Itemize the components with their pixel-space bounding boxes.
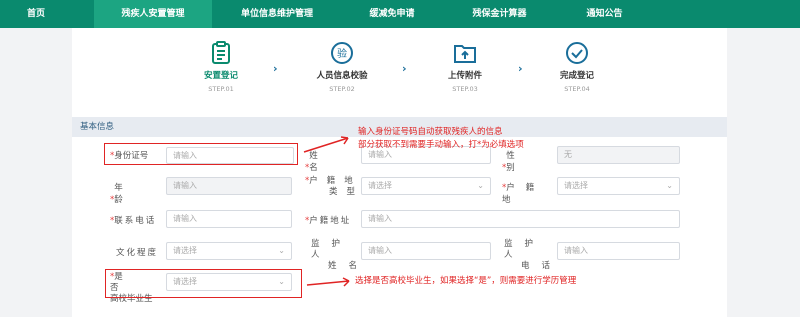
- step-3-title: 上传附件: [447, 71, 482, 81]
- step-3-sub: STEP.03: [452, 85, 478, 93]
- nav-disabled-placement[interactable]: 残疾人安置管理: [94, 0, 212, 28]
- step-2: 验 人员信息校验 STEP.02: [297, 40, 387, 93]
- step-arrow-3: ›: [518, 62, 523, 75]
- step-1: 安置登记 STEP.01: [176, 40, 266, 93]
- annotation-box-graduate: [105, 269, 302, 298]
- phone-input[interactable]: 请输入: [166, 210, 292, 228]
- hukou-label: *户籍地: [502, 183, 546, 205]
- annotation-arrow-1: [303, 136, 349, 153]
- verify-icon-text: 验: [337, 47, 347, 60]
- chevron-down-icon: ⌄: [477, 181, 484, 190]
- step-arrow-2: ›: [402, 62, 407, 75]
- clipboard-icon: [208, 40, 234, 66]
- nav-unit-info[interactable]: 单位信息维护管理: [212, 0, 342, 28]
- age-label: *年龄: [110, 183, 153, 205]
- step-progress: 安置登记 STEP.01 › 验 人员信息校验 STEP.02 › 上传附件 S…: [72, 28, 727, 103]
- education-select[interactable]: 请选择 ⌄: [166, 242, 292, 260]
- nav-notice[interactable]: 通知公告: [557, 0, 652, 28]
- upload-folder-icon: [452, 40, 478, 66]
- hukou-type-select[interactable]: 请选择 ⌄: [361, 177, 491, 195]
- annotation-arrow-2: [306, 277, 350, 287]
- step-4: 完成登记 STEP.04: [532, 40, 622, 93]
- step-2-sub: STEP.02: [329, 85, 355, 93]
- nav-home[interactable]: 首页: [0, 0, 72, 28]
- age-input: 请输入: [166, 177, 292, 195]
- step-2-title: 人员信息校验: [316, 71, 368, 81]
- hukou-select[interactable]: 请选择 ⌄: [557, 177, 680, 195]
- top-nav: 首页 残疾人安置管理 单位信息维护管理 缓减免申请 残保金计算器 通知公告: [0, 0, 800, 28]
- step-1-sub: STEP.01: [208, 85, 234, 93]
- guardian-phone-label: 监护人 电话: [504, 239, 563, 271]
- nav-calculator[interactable]: 残保金计算器: [442, 0, 557, 28]
- guardian-phone-input[interactable]: 请输入: [557, 242, 680, 260]
- step-3: 上传附件 STEP.03: [420, 40, 510, 93]
- step-1-title: 安置登记: [203, 71, 238, 81]
- chevron-down-icon: ⌄: [666, 181, 673, 190]
- step-arrow-1: ›: [273, 62, 278, 75]
- annotation-note-id: 输入身份证号码自动获取残疾人的信息 部分获取不到需要手动输入，打*为必填选项: [358, 127, 524, 150]
- gender-field: 无: [557, 146, 680, 164]
- hukou-address-input[interactable]: 请输入: [361, 210, 680, 228]
- step-4-title: 完成登记: [559, 71, 594, 81]
- annotation-box-id: [104, 143, 298, 165]
- chevron-down-icon: ⌄: [278, 246, 285, 255]
- hukou-addr-label: *户籍地址: [305, 216, 352, 226]
- gender-label: *性别: [502, 151, 545, 173]
- hukou-type-label: *户籍地 类型: [305, 176, 365, 197]
- guardian-name-input[interactable]: 请输入: [361, 242, 491, 260]
- step-4-sub: STEP.04: [564, 85, 590, 93]
- phone-label: *联系电话: [110, 216, 157, 226]
- nav-reduction-apply[interactable]: 缓减免申请: [342, 0, 442, 28]
- check-circle-icon: [564, 40, 590, 66]
- verify-icon: 验: [329, 40, 355, 66]
- annotation-note-graduate: 选择是否高校毕业生，如果选择“是”，则需要进行学历管理: [355, 276, 577, 286]
